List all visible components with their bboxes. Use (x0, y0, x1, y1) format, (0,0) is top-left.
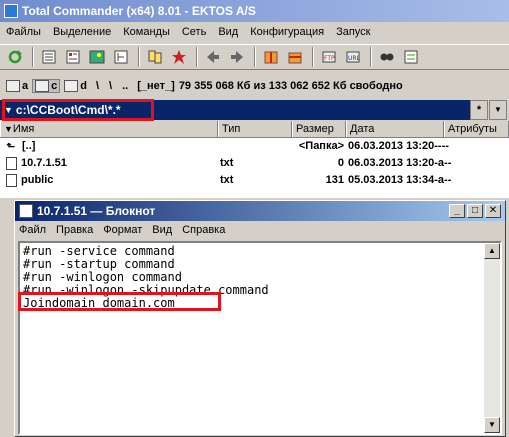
parent-dir-button[interactable]: .. (122, 80, 128, 92)
toolbar-separator (312, 47, 314, 67)
back-icon[interactable] (202, 46, 224, 68)
notepad-title: 10.7.1.51 — Блокнот (37, 204, 156, 218)
menu-commands[interactable]: Команды (123, 26, 170, 38)
sort-arrow-icon: ▼ (4, 124, 13, 134)
menu-configuration[interactable]: Конфигурация (250, 26, 324, 38)
column-date[interactable]: Дата (346, 121, 444, 137)
up-dir-icon: ⬑ (6, 140, 16, 153)
path-star-button[interactable]: * (470, 100, 488, 120)
notepad-window: 10.7.1.51 — Блокнот _ □ ✕ Файл Правка Фо… (14, 200, 506, 437)
line-highlight-box (18, 292, 221, 311)
title-bar: Total Commander (x64) 8.01 - EKTOS A/S (0, 0, 509, 22)
svg-text:FTP: FTP (324, 55, 335, 62)
toolbar-separator (370, 47, 372, 67)
notepad-icon (19, 204, 33, 218)
path-history-button[interactable]: ▼ (489, 100, 507, 120)
ftp-icon[interactable]: FTP (318, 46, 340, 68)
pack-icon[interactable] (260, 46, 282, 68)
text-file-icon (6, 157, 17, 170)
drive-label: [_нет_] (137, 80, 175, 92)
minimize-button[interactable]: _ (449, 204, 465, 218)
column-header: ▼Имя Тип Размер Дата Атрибуты (0, 121, 509, 138)
notepad-text-area[interactable]: #run -service command #run -startup comm… (18, 241, 502, 435)
toolbar-separator (32, 47, 34, 67)
refresh-icon[interactable] (4, 46, 26, 68)
close-button[interactable]: ✕ (485, 204, 501, 218)
text-file-icon (6, 174, 17, 187)
thumbnail-icon[interactable] (86, 46, 108, 68)
file-row[interactable]: public txt 131 05.03.2013 13:34-a-- (0, 172, 509, 189)
compare-icon[interactable] (144, 46, 166, 68)
cd-drive-icon (64, 80, 79, 92)
notepad-menu-bar: Файл Правка Формат Вид Справка (15, 221, 505, 239)
toolbar-separator (254, 47, 256, 67)
hard-drive-icon (35, 80, 50, 92)
scroll-up-icon[interactable]: ▲ (484, 243, 500, 259)
notepad-title-bar: 10.7.1.51 — Блокнот _ □ ✕ (15, 201, 505, 221)
vertical-scrollbar[interactable]: ▲ ▼ (484, 243, 500, 433)
tree-icon[interactable] (110, 46, 132, 68)
find-icon[interactable] (376, 46, 398, 68)
root-dir-button-2[interactable]: \ (109, 80, 112, 92)
scroll-down-icon[interactable]: ▼ (484, 417, 500, 433)
drive-d-button[interactable]: d (64, 80, 87, 92)
notepad-menu-view[interactable]: Вид (152, 224, 172, 236)
column-ext[interactable]: Тип (218, 121, 292, 137)
column-name[interactable]: ▼Имя (0, 121, 218, 137)
svg-text:URL: URL (348, 55, 361, 62)
drive-c-button[interactable]: c (32, 79, 61, 93)
free-space-info: 79 355 068 Кб из 133 062 652 Кб свободно (178, 80, 403, 92)
menu-start[interactable]: Запуск (336, 26, 370, 38)
toolbar: FTP URL (0, 44, 509, 70)
menu-view[interactable]: Вид (218, 26, 238, 38)
select-icon[interactable] (168, 46, 190, 68)
forward-icon[interactable] (226, 46, 248, 68)
drive-a-button[interactable]: a (6, 80, 28, 92)
file-row[interactable]: ⬑ [..] <Папка> 06.03.2013 13:20---- (0, 138, 509, 155)
path-highlight-box (2, 99, 154, 121)
notepad-menu-edit[interactable]: Правка (56, 224, 93, 236)
menu-bar: Файлы Выделение Команды Сеть Вид Конфигу… (0, 22, 509, 42)
notepad-menu-help[interactable]: Справка (182, 224, 225, 236)
file-list: ⬑ [..] <Папка> 06.03.2013 13:20---- 10.7.… (0, 138, 509, 198)
menu-net[interactable]: Сеть (182, 26, 206, 38)
file-row[interactable]: 10.7.1.51 txt 0 06.03.2013 13:20-a-- (0, 155, 509, 172)
column-attr[interactable]: Атрибуты (444, 121, 509, 137)
notepad-menu-file[interactable]: Файл (19, 224, 46, 236)
toolbar-separator (138, 47, 140, 67)
drive-bar: a c d \ \ .. [_нет_] 79 355 068 Кб из 13… (0, 74, 509, 98)
url-icon[interactable]: URL (342, 46, 364, 68)
menu-files[interactable]: Файлы (6, 26, 41, 38)
floppy-icon (6, 80, 20, 92)
brief-view-icon[interactable] (38, 46, 60, 68)
unpack-icon[interactable] (284, 46, 306, 68)
root-dir-button[interactable]: \ (96, 80, 99, 92)
menu-selection[interactable]: Выделение (53, 26, 111, 38)
toolbar-separator (196, 47, 198, 67)
window-title: Total Commander (x64) 8.01 - EKTOS A/S (22, 4, 256, 18)
notepad-menu-format[interactable]: Формат (103, 224, 142, 236)
full-view-icon[interactable] (62, 46, 84, 68)
maximize-button[interactable]: □ (467, 204, 483, 218)
column-size[interactable]: Размер (292, 121, 346, 137)
multi-rename-icon[interactable] (400, 46, 422, 68)
app-icon (4, 4, 18, 18)
